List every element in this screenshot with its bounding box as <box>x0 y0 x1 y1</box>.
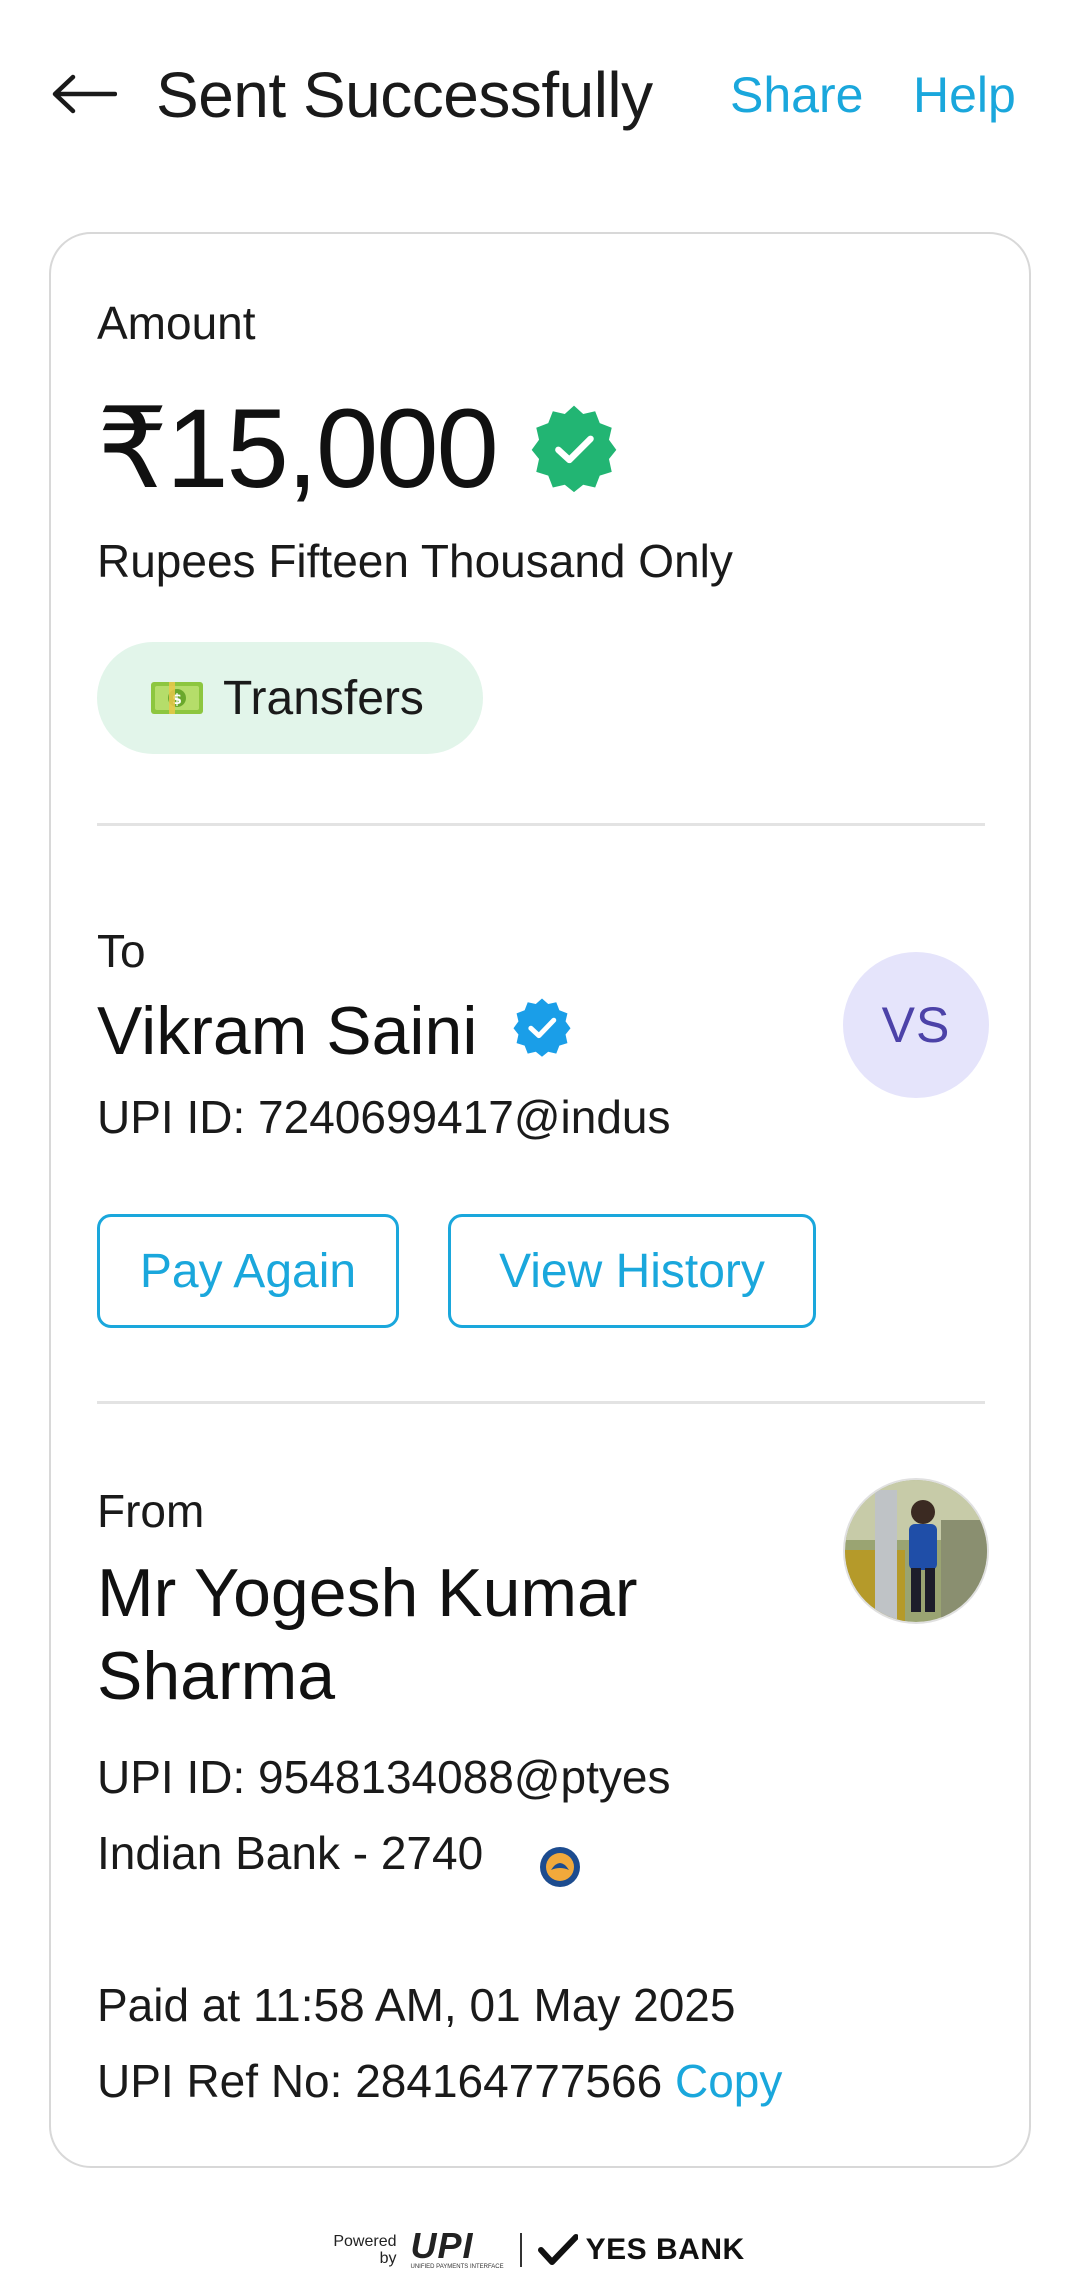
yes-bank-check-icon <box>537 2234 578 2265</box>
upi-ref-number: UPI Ref No: 284164777566 <box>97 2055 663 2107</box>
profile-photo-icon <box>845 1480 987 1622</box>
back-button[interactable] <box>48 62 120 126</box>
sender-name-line2: Sharma <box>97 1638 336 1714</box>
amount-label: Amount <box>97 297 256 349</box>
footer-separator <box>519 2233 522 2267</box>
share-button[interactable]: Share <box>730 66 863 124</box>
help-button[interactable]: Help <box>913 66 1016 124</box>
divider <box>97 1401 985 1404</box>
transaction-card: Amount ₹15,000 Rupees Fifteen Thousand O… <box>49 232 1031 2168</box>
yes-bank-label: YES BANK <box>585 2233 745 2266</box>
amount-value: ₹15,000 <box>97 386 499 511</box>
paid-timestamp: Paid at 11:58 AM, 01 May 2025 <box>97 1979 736 2031</box>
recipient-upi-id: UPI ID: 7240699417@indus <box>97 1091 671 1143</box>
page-title: Sent Successfully <box>156 59 653 131</box>
from-label: From <box>97 1485 205 1537</box>
powered-by-text: Powered by <box>333 2233 397 2267</box>
sender-avatar <box>843 1478 989 1624</box>
view-history-button[interactable]: View History <box>448 1214 816 1328</box>
success-badge-icon <box>531 405 617 493</box>
to-label: To <box>97 925 146 977</box>
amount-in-words: Rupees Fifteen Thousand Only <box>97 535 733 587</box>
category-tag[interactable]: $ Transfers <box>97 642 483 754</box>
divider <box>97 823 985 826</box>
sender-upi-id: UPI ID: 9548134088@ptyes <box>97 1751 671 1803</box>
verified-badge-icon <box>513 998 571 1057</box>
money-icon: $ <box>151 682 203 714</box>
recipient-name: Vikram Saini <box>97 993 478 1069</box>
copy-ref-button[interactable]: Copy <box>675 2055 782 2107</box>
sender-name-line1: Mr Yogesh Kumar <box>97 1555 638 1631</box>
arrow-left-icon <box>52 74 117 114</box>
upi-logo: UPI UNIFIED PAYMENTS INTERFACE <box>410 2225 504 2271</box>
category-label: Transfers <box>223 671 424 725</box>
recipient-avatar: VS <box>843 952 989 1098</box>
indian-bank-logo-icon <box>540 1847 580 1887</box>
top-bar: Sent Successfully Share Help <box>0 0 1078 190</box>
sender-bank-account: Indian Bank - 2740 <box>97 1827 484 1879</box>
footer-branding: Powered by UPI UNIFIED PAYMENTS INTERFAC… <box>0 2220 1078 2280</box>
pay-again-button[interactable]: Pay Again <box>97 1214 399 1328</box>
upi-ref-row: UPI Ref No: 284164777566 Copy <box>97 2054 782 2108</box>
